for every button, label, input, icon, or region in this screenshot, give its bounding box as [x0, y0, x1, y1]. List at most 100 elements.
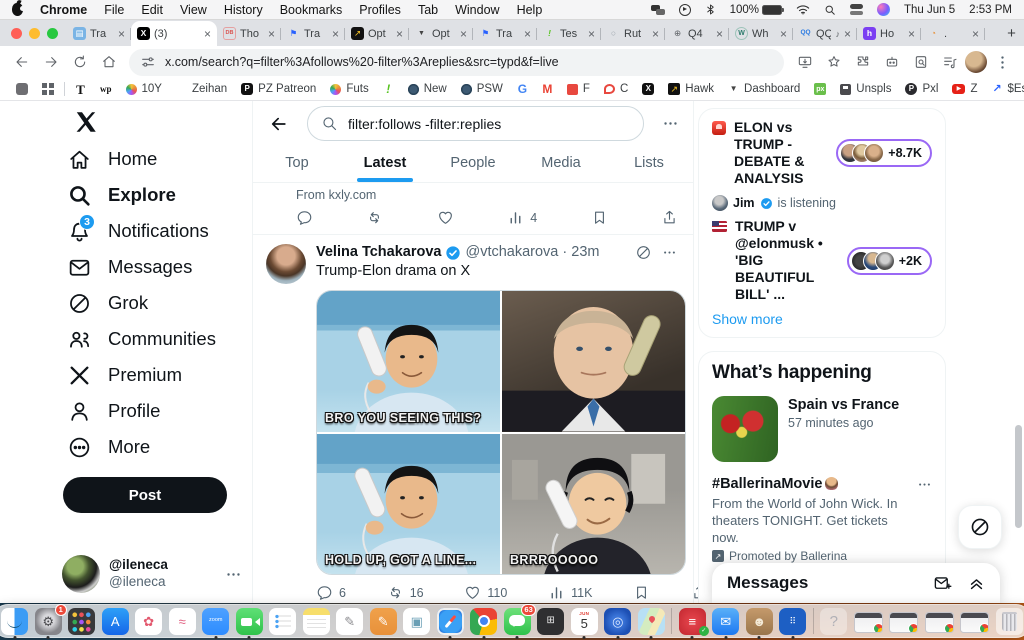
- home-button[interactable]: [95, 49, 122, 76]
- back-arrow-icon[interactable]: [269, 114, 289, 134]
- tab-close-button[interactable]: ×: [588, 28, 595, 40]
- menu-item[interactable]: Edit: [141, 3, 163, 17]
- tweet-image[interactable]: BRO YOU SEEING THIS?: [316, 290, 686, 575]
- control-center-icon[interactable]: [850, 4, 863, 15]
- dock-textedit[interactable]: ✎: [336, 608, 363, 635]
- event-thumbnail[interactable]: [712, 396, 778, 462]
- browser-tab[interactable]: ◔ . ×: [921, 21, 985, 46]
- listener-pill[interactable]: +8.7K: [836, 139, 932, 167]
- post-button[interactable]: Post: [63, 477, 227, 513]
- new-message-icon[interactable]: [933, 574, 952, 593]
- sidebar-item-grok[interactable]: Grok: [66, 285, 252, 321]
- tab-close-button[interactable]: ×: [460, 28, 467, 40]
- dock-messages[interactable]: 63: [504, 608, 531, 635]
- promoted-trend[interactable]: #BallerinaMovie From the World of John W…: [712, 475, 932, 563]
- menu-item[interactable]: History: [224, 3, 263, 17]
- dock-notes[interactable]: [303, 608, 330, 635]
- search-input[interactable]: filter:follows -filter:replies: [307, 106, 644, 141]
- tab-audio-icon[interactable]: ♪: [835, 29, 840, 39]
- search-options-kebab-icon[interactable]: [662, 115, 679, 132]
- dock-separator[interactable]: [813, 608, 814, 635]
- live-title[interactable]: ELON vs TRUMP - DEBATE & ANALYSIS: [734, 119, 828, 187]
- dock-photos[interactable]: ✿: [135, 608, 162, 635]
- card-source[interactable]: From kxly.com: [296, 188, 677, 202]
- now-playing-icon[interactable]: [679, 4, 691, 16]
- sidebar-item-notifications[interactable]: 3 Notifications: [66, 213, 252, 249]
- bookmark-item[interactable]: P PZ Patreon: [235, 81, 322, 97]
- menubar-date[interactable]: Thu Jun 5: [904, 4, 955, 16]
- extension-robot-icon[interactable]: [878, 49, 905, 76]
- grok-floating-button[interactable]: [958, 505, 1002, 549]
- bookmark-item[interactable]: ↗ $Es: [985, 81, 1024, 97]
- dock-reminders[interactable]: [269, 608, 296, 635]
- url-text[interactable]: x.com/search?q=filter%3Afollows%20-filte…: [165, 55, 559, 69]
- grok-actions-icon[interactable]: [635, 244, 652, 261]
- bookmark-item[interactable]: P Pxl: [899, 81, 944, 97]
- bookmark-item[interactable]: M: [536, 81, 559, 97]
- menu-app-name[interactable]: Chrome: [40, 3, 87, 17]
- browser-tab[interactable]: ○ Rut ×: [601, 21, 665, 46]
- reply-button[interactable]: 6: [316, 584, 346, 601]
- listener-user-name[interactable]: Jim: [733, 196, 755, 210]
- siri-icon[interactable]: [877, 3, 890, 16]
- live-row-2[interactable]: TRUMP v @elonmusk • 'BIG BEAUTIFUL BILL'…: [712, 218, 932, 303]
- menu-item[interactable]: Tab: [418, 3, 438, 17]
- menu-item[interactable]: Help: [517, 3, 543, 17]
- share-button[interactable]: [661, 209, 678, 226]
- dock-window-thumb[interactable]: [960, 608, 989, 635]
- dock-pencil-app[interactable]: ✎: [370, 608, 397, 635]
- browser-tab[interactable]: ↗ Opt ×: [345, 21, 409, 46]
- dock-maps[interactable]: [638, 608, 665, 635]
- tab-close-button[interactable]: ×: [524, 28, 531, 40]
- repost-button[interactable]: [366, 209, 383, 226]
- browser-tab[interactable]: W Wh ×: [729, 21, 793, 46]
- sidebar-item-profile[interactable]: Profile: [66, 393, 252, 429]
- live-row-1[interactable]: ELON vs TRUMP - DEBATE & ANALYSIS +8.7K: [712, 119, 932, 187]
- result-tab[interactable]: Latest: [341, 146, 429, 182]
- tab-close-button[interactable]: ×: [716, 28, 723, 40]
- bookmark-item[interactable]: !: [377, 81, 400, 97]
- tab-close-button[interactable]: ×: [972, 28, 979, 40]
- bookmark-item[interactable]: [10, 81, 34, 97]
- sidebar-item-communities[interactable]: Communities: [66, 321, 252, 357]
- new-tab-button[interactable]: +: [999, 21, 1024, 46]
- profile-avatar[interactable]: [965, 51, 987, 73]
- bookmark-item[interactable]: Unspls: [834, 81, 897, 97]
- dock-expressvpn[interactable]: ≡ ✓: [679, 608, 706, 635]
- dock-company-portal[interactable]: ⠿: [779, 608, 806, 635]
- page-scrollbar-thumb[interactable]: [1015, 425, 1022, 528]
- site-settings-icon[interactable]: [140, 54, 156, 70]
- dock-preview[interactable]: ▣: [403, 608, 430, 635]
- forward-button[interactable]: [37, 49, 64, 76]
- menubar-time[interactable]: 2:53 PM: [969, 4, 1012, 16]
- like-button[interactable]: 110: [464, 584, 507, 601]
- tab-close-button[interactable]: ×: [908, 28, 915, 40]
- battery-status[interactable]: 100%: [730, 4, 782, 16]
- dock-unknown-app[interactable]: ?: [820, 608, 847, 635]
- browser-tab[interactable]: QQ QQ ♪ ×: [793, 21, 857, 46]
- dock-facetime[interactable]: [236, 608, 263, 635]
- tab-close-button[interactable]: ×: [652, 28, 659, 40]
- dock-longplay[interactable]: ◎: [604, 608, 631, 635]
- x-logo[interactable]: [71, 107, 101, 137]
- browser-tab[interactable]: ▤ Tra ×: [67, 21, 131, 46]
- browser-tab[interactable]: ▼ Opt ×: [409, 21, 473, 46]
- bookmark-item[interactable]: ▶ Z: [946, 81, 983, 97]
- bookmark-item[interactable]: [36, 81, 60, 97]
- tweet-kebab-icon[interactable]: [662, 245, 677, 260]
- menu-item[interactable]: Profiles: [359, 3, 401, 17]
- menu-item[interactable]: Window: [455, 3, 499, 17]
- views-count[interactable]: 4: [507, 209, 537, 226]
- sidebar-item-messages[interactable]: Messages: [66, 249, 252, 285]
- show-more-link[interactable]: Show more: [712, 311, 932, 327]
- zoom-window-button[interactable]: [47, 28, 58, 39]
- dock-window-thumb[interactable]: [889, 608, 918, 635]
- tweet-author-name[interactable]: Velina Tchakarova: [316, 244, 441, 261]
- listening-status[interactable]: Jim is listening: [712, 195, 932, 211]
- reply-button[interactable]: [296, 209, 313, 226]
- bookmark-item[interactable]: [62, 80, 67, 98]
- tab-close-button[interactable]: ×: [780, 28, 787, 40]
- dock-calendar[interactable]: JUN5: [571, 608, 598, 635]
- tab-close-button[interactable]: ×: [844, 28, 851, 40]
- tweet-meta[interactable]: @vtchakarova · 23m: [465, 244, 599, 261]
